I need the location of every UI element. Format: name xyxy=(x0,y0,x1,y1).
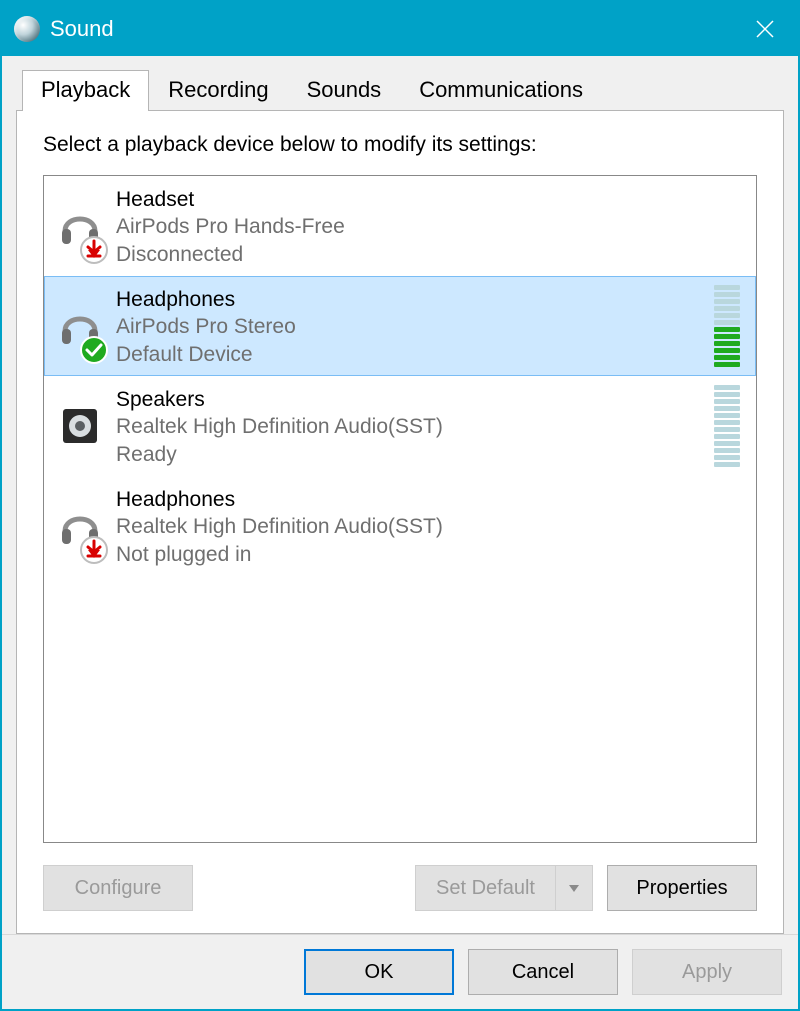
vu-bar xyxy=(714,441,740,446)
set-default-split-button[interactable]: Set Default xyxy=(415,865,593,911)
vu-meter xyxy=(714,385,744,467)
device-text: Headphones AirPods Pro Stereo Default De… xyxy=(108,284,714,368)
device-status: Ready xyxy=(116,441,714,468)
device-status: Default Device xyxy=(116,341,714,368)
properties-button[interactable]: Properties xyxy=(607,865,757,911)
vu-bar xyxy=(714,399,740,404)
device-row[interactable]: Headphones AirPods Pro Stereo Default De… xyxy=(44,276,756,376)
vu-bar xyxy=(714,406,740,411)
device-title: Speakers xyxy=(116,386,714,413)
device-text: Headphones Realtek High Definition Audio… xyxy=(108,484,744,568)
set-default-dropdown[interactable] xyxy=(555,865,593,911)
device-row[interactable]: Speakers Realtek High Definition Audio(S… xyxy=(44,376,756,476)
speaker-icon xyxy=(57,403,103,449)
tab-recording[interactable]: Recording xyxy=(149,70,287,111)
device-status: Not plugged in xyxy=(116,541,744,568)
close-button[interactable] xyxy=(732,2,798,56)
device-detail: AirPods Pro Hands-Free xyxy=(116,213,744,240)
device-detail: AirPods Pro Stereo xyxy=(116,313,714,340)
instruction-text: Select a playback device below to modify… xyxy=(43,133,757,157)
vu-bar xyxy=(714,341,740,346)
tabstrip: Playback Recording Sounds Communications xyxy=(16,70,784,111)
device-text: Speakers Realtek High Definition Audio(S… xyxy=(108,384,714,468)
device-row[interactable]: Headset AirPods Pro Hands-Free Disconnec… xyxy=(44,176,756,276)
vu-bar xyxy=(714,320,740,325)
vu-bar xyxy=(714,334,740,339)
vu-bar xyxy=(714,420,740,425)
vu-bar xyxy=(714,362,740,367)
device-row[interactable]: Headphones Realtek High Definition Audio… xyxy=(44,476,756,576)
device-icon-wrap xyxy=(52,184,108,268)
vu-bar xyxy=(714,434,740,439)
vu-bar xyxy=(714,348,740,353)
vu-bar xyxy=(714,313,740,318)
device-icon-wrap xyxy=(52,384,108,468)
configure-button[interactable]: Configure xyxy=(43,865,193,911)
close-icon xyxy=(755,19,775,39)
ok-button[interactable]: OK xyxy=(304,949,454,995)
chevron-down-icon xyxy=(567,881,581,895)
device-text: Headset AirPods Pro Hands-Free Disconnec… xyxy=(108,184,744,268)
vu-bar xyxy=(714,427,740,432)
device-detail: Realtek High Definition Audio(SST) xyxy=(116,413,714,440)
vu-bar xyxy=(714,327,740,332)
device-title: Headphones xyxy=(116,486,744,513)
apply-button[interactable]: Apply xyxy=(632,949,782,995)
tab-playback[interactable]: Playback xyxy=(22,70,149,111)
disconnected-badge-icon xyxy=(80,536,108,564)
vu-bar xyxy=(714,392,740,397)
device-icon-wrap xyxy=(52,284,108,368)
vu-bar xyxy=(714,299,740,304)
window-title: Sound xyxy=(50,16,114,42)
cancel-button[interactable]: Cancel xyxy=(468,949,618,995)
vu-bar xyxy=(714,448,740,453)
vu-bar xyxy=(714,455,740,460)
dialog-footer: OK Cancel Apply xyxy=(2,934,798,1009)
panel-button-row: Configure Set Default Properties xyxy=(43,865,757,911)
vu-bar xyxy=(714,355,740,360)
set-default-button[interactable]: Set Default xyxy=(415,865,555,911)
vu-bar xyxy=(714,306,740,311)
disconnected-badge-icon xyxy=(80,236,108,264)
sound-app-icon xyxy=(14,16,40,42)
check-badge-icon xyxy=(80,336,108,364)
tab-sounds[interactable]: Sounds xyxy=(288,70,401,111)
vu-bar xyxy=(714,385,740,390)
vu-bar xyxy=(714,285,740,290)
vu-meter xyxy=(714,285,744,367)
titlebar: Sound xyxy=(2,2,798,56)
device-icon-wrap xyxy=(52,484,108,568)
vu-bar xyxy=(714,413,740,418)
vu-bar xyxy=(714,292,740,297)
sound-dialog: Sound Playback Recording Sounds Communic… xyxy=(0,0,800,1011)
vu-bar xyxy=(714,462,740,467)
tabpanel-playback: Select a playback device below to modify… xyxy=(16,110,784,934)
device-detail: Realtek High Definition Audio(SST) xyxy=(116,513,744,540)
device-list[interactable]: Headset AirPods Pro Hands-Free Disconnec… xyxy=(43,175,757,843)
device-status: Disconnected xyxy=(116,241,744,268)
client-area: Playback Recording Sounds Communications… xyxy=(2,56,798,934)
tab-communications[interactable]: Communications xyxy=(400,70,602,111)
device-title: Headphones xyxy=(116,286,714,313)
device-title: Headset xyxy=(116,186,744,213)
